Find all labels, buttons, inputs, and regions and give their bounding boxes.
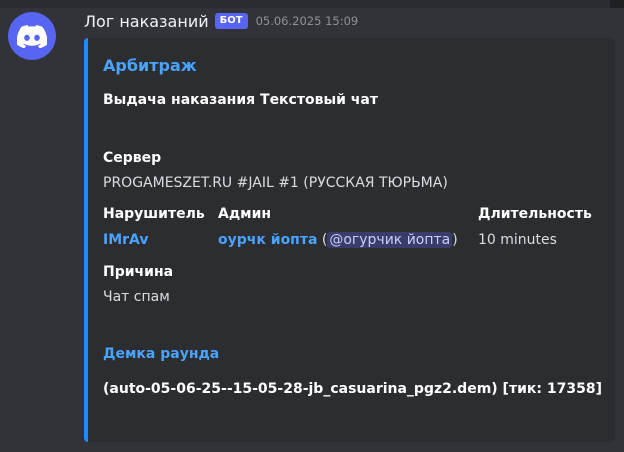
field-admin-name: Админ xyxy=(218,206,272,222)
field-server-name: Сервер xyxy=(103,150,162,166)
message: Лог наказаний БОТ 05.06.2025 15:09 Арбит… xyxy=(0,0,624,452)
field-admin-value: оурчк йопта (@огурчик йопта) xyxy=(218,232,458,248)
field-reason-name: Причина xyxy=(103,264,174,280)
field-duration-name: Длительность xyxy=(478,206,592,222)
demo-title: Демка раунда xyxy=(103,346,220,362)
message-timestamp[interactable]: 05.06.2025 15:09 xyxy=(256,14,359,28)
punishment-embed: Арбитраж Выдача наказания Текстовый чат … xyxy=(84,38,615,442)
discord-logo-icon xyxy=(17,24,47,48)
admin-mention[interactable]: @огурчик йопта xyxy=(327,232,453,248)
field-offender-name: Нарушитель xyxy=(103,206,205,222)
offender-link[interactable]: IMrAv xyxy=(103,232,149,248)
bot-tag: БОТ xyxy=(214,13,248,29)
admin-paren-close: ) xyxy=(452,232,458,248)
demo-file: (auto-05-06-25--15-05-28-jb_casuarina_pg… xyxy=(103,381,602,397)
embed-title: Выдача наказания Текстовый чат xyxy=(103,92,378,108)
embed-author: Арбитраж xyxy=(103,56,197,75)
author-name[interactable]: Лог наказаний xyxy=(84,12,209,31)
field-server-value: PROGAMESZET.RU #JAIL #1 (РУССКАЯ ТЮРЬМА) xyxy=(103,175,448,191)
admin-link[interactable]: оурчк йопта xyxy=(218,232,317,248)
bot-avatar[interactable] xyxy=(8,12,56,60)
field-reason-value: Чат спам xyxy=(103,289,170,305)
message-header: Лог наказаний БОТ 05.06.2025 15:09 xyxy=(84,10,358,32)
embed-accent-bar xyxy=(84,38,88,442)
field-duration-value: 10 minutes xyxy=(478,232,557,248)
